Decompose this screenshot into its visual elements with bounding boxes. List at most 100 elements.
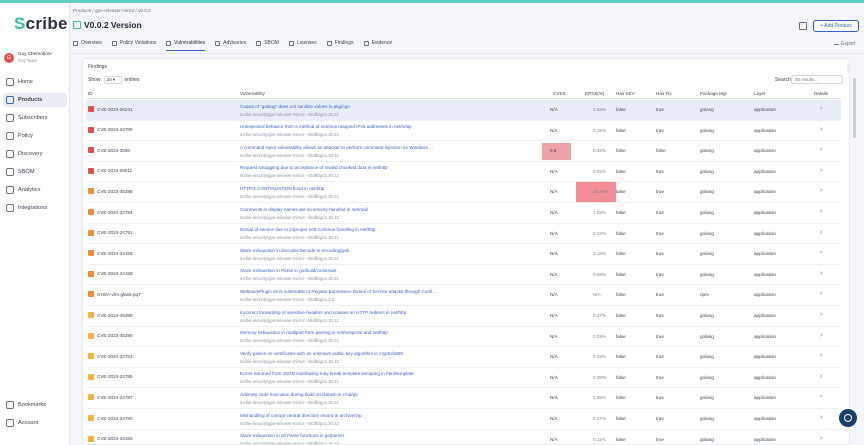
vulnerability-title[interactable]: Memory exhaustion in multipart form pars… (240, 330, 388, 335)
vulnerability-id[interactable]: CVE-2024-24783 (97, 354, 133, 359)
table-row[interactable]: CVE-2024-34156 Stack exhaustion in Decode… (86, 244, 841, 265)
vulnerability-id[interactable]: CVE-2024-34158 (97, 271, 133, 276)
table-row[interactable]: CVE-2024-3566 A command inject vulnerabil… (86, 141, 841, 162)
table-row[interactable]: CVE-2024-34158 Stack exhaustion in Parse … (86, 265, 841, 286)
chevron-right-icon[interactable]: › (820, 352, 822, 359)
chevron-right-icon[interactable]: › (820, 414, 822, 421)
chevron-right-icon[interactable]: › (820, 167, 822, 174)
table-row[interactable]: CVE-2023-29011 Request smuggling due to a… (86, 162, 841, 183)
tab-vulnerabilities[interactable]: Vulnerabilities (166, 37, 205, 51)
table-row[interactable]: CVE-2023-45288 HTTP/2 CONTINUATION flood … (86, 182, 841, 203)
chevron-right-icon[interactable]: › (820, 373, 822, 380)
export-button[interactable]: Export (834, 40, 855, 47)
tab-findings[interactable]: Findings (326, 37, 354, 49)
col-cvss[interactable]: CVSS (553, 91, 566, 96)
col-package-mgr[interactable]: Package Mgr (700, 91, 727, 96)
table-row[interactable]: GHSA-vfm-g5w5-pq7 WebpackPlugin v5 is vul… (86, 285, 841, 306)
col-details[interactable]: Details (814, 91, 828, 96)
vulnerability-title[interactable]: Request smuggling due to acceptance of i… (240, 165, 388, 170)
vulnerability-title[interactable]: Denial of service due to improper 100-co… (240, 227, 375, 232)
chevron-right-icon[interactable]: › (820, 249, 822, 256)
table-row[interactable]: CVE-2024-24784 Comments in display names … (86, 203, 841, 224)
chevron-right-icon[interactable]: › (820, 208, 822, 215)
vulnerability-id[interactable]: CVE-2024-3566 (97, 148, 130, 153)
vulnerability-id[interactable]: CVE-2024-24785 (97, 374, 133, 379)
vulnerability-title[interactable]: Arbitrary code execution during build on… (240, 392, 358, 397)
table-row[interactable]: CVE-2024-24789 Unexpected behavior from a… (86, 121, 841, 142)
chevron-right-icon[interactable]: › (820, 332, 822, 339)
vulnerability-id[interactable]: CVE-2023-45289 (97, 313, 133, 318)
table-row[interactable]: CVE-2024-24790 Mishandling of corrupt cen… (86, 409, 841, 430)
vulnerability-title[interactable]: WebpackPlugin v5 is vulnerable to Regula… (240, 289, 436, 294)
vulnerability-id[interactable]: CVE-2024-34156 (97, 251, 133, 256)
vulnerability-id[interactable]: CVE-2024-24790 (97, 416, 133, 421)
vulnerability-title[interactable]: Stack exhaustion in all Parse functions … (240, 433, 344, 438)
vulnerability-title[interactable]: Stack exhaustion in Parse in go/build/co… (240, 268, 337, 273)
tab-evidence[interactable]: Evidence (363, 37, 392, 49)
vulnerability-id[interactable]: CVE-2023-45290 (97, 333, 133, 338)
chevron-right-icon[interactable]: › (820, 187, 822, 194)
vulnerability-title[interactable]: A command inject vulnerability allows an… (240, 145, 433, 150)
vulnerability-title[interactable]: Stack exhaustion in Decoder.Decode in en… (240, 248, 349, 253)
vulnerability-id[interactable]: CVE-2023-29011 (97, 168, 132, 173)
vulnerability-title[interactable]: Comments in display names are incorrectl… (240, 207, 368, 212)
sidebar-item-policy[interactable]: Policy (3, 129, 67, 143)
sidebar-item-home[interactable]: Home (3, 75, 67, 89)
tab-sbom[interactable]: SBOM (256, 37, 279, 49)
sidebar-item-sbom[interactable]: SBOM (3, 165, 67, 179)
tab-advisories[interactable]: Advisories (215, 37, 246, 49)
entries-select[interactable]: 20 ▾ (103, 76, 122, 84)
tab-overview[interactable]: Overview (73, 37, 102, 49)
chevron-right-icon[interactable]: › (820, 311, 822, 318)
vulnerability-title[interactable]: Unexpected behavior from a method of net… (240, 124, 412, 129)
col-epss[interactable]: EPSS(%) (585, 91, 604, 96)
table-row[interactable]: CVE-2024-24787 Arbitrary code execution d… (86, 388, 841, 409)
tab-licenses[interactable]: Licenses (288, 37, 317, 49)
vulnerability-id[interactable]: CVE-2024-24789 (97, 127, 133, 132)
vulnerability-id[interactable]: CVE-2024-24791 (97, 230, 133, 235)
vulnerability-id[interactable]: CVE-2024-24787 (97, 395, 133, 400)
table-row[interactable]: CVE-2024-24783 Verify panics on certifica… (86, 347, 841, 368)
add-product-button[interactable]: + Add Product (813, 20, 859, 32)
user-profile[interactable]: G Guy Chernobrov Guy Team (4, 51, 66, 67)
table-row[interactable]: CVE-2023-45289 Incorrect forwarding of se… (86, 306, 841, 327)
col-vulnerability[interactable]: Vulnerability (240, 91, 265, 96)
chevron-right-icon[interactable]: › (820, 126, 822, 133)
col-has-kev[interactable]: Has KEV (616, 91, 635, 96)
breadcrumb[interactable]: Products / gpo-releaser-mirror / v0.0.2 (73, 8, 151, 13)
table-row[interactable]: CVE-2023-26241 Output of "golang" does no… (86, 100, 841, 121)
scrollbar[interactable] (853, 78, 856, 138)
sidebar-item-discovery[interactable]: Discovery (3, 147, 67, 161)
scribe-logo[interactable]: Scribe (14, 14, 68, 34)
chevron-right-icon[interactable]: › (820, 270, 822, 277)
sidebar-item-integrations[interactable]: Integrations (3, 201, 67, 215)
table-row[interactable]: CVE-2024-24785 Errors returned from JSON … (86, 368, 841, 389)
table-row[interactable]: CVE-2024-24791 Denial of service due to i… (86, 224, 841, 245)
sidebar-item-account[interactable]: Account (3, 416, 67, 430)
chevron-right-icon[interactable]: › (820, 290, 822, 297)
more-vertical-icon[interactable]: ⋮ (845, 65, 849, 72)
search-input[interactable] (791, 75, 843, 84)
chevron-right-icon[interactable]: › (820, 435, 822, 442)
col-layer[interactable]: Layer (754, 91, 766, 96)
vulnerability-title[interactable]: Output of "golang" does not sanitize val… (240, 104, 350, 109)
table-row[interactable]: CVE-2024-34155 Stack exhaustion in all Pa… (86, 430, 841, 444)
tab-policy-violations[interactable]: Policy Violations (111, 37, 156, 49)
vulnerability-title[interactable]: HTTP/2 CONTINUATION flood in net/http (240, 186, 324, 191)
vulnerability-title[interactable]: Errors returned from JSON marshaling may… (240, 371, 414, 376)
vulnerability-id[interactable]: GHSA-vfm-g5w5-pq7 (97, 292, 141, 297)
vulnerability-title[interactable]: Mishandling of corrupt central directory… (240, 413, 362, 418)
vulnerability-title[interactable]: Verify panics on certificates with an un… (240, 351, 403, 356)
vulnerability-id[interactable]: CVE-2024-34155 (97, 436, 133, 441)
vulnerability-id[interactable]: CVE-2024-24784 (97, 210, 133, 215)
print-icon[interactable] (799, 22, 807, 30)
vulnerability-title[interactable]: Incorrect forwarding of sensitive header… (240, 310, 406, 315)
sidebar-item-subscribers[interactable]: Subscribers (3, 111, 67, 125)
chevron-right-icon[interactable]: › (820, 229, 822, 236)
chat-support-button[interactable] (839, 409, 857, 427)
table-row[interactable]: CVE-2023-45290 Memory exhaustion in multi… (86, 327, 841, 348)
chevron-right-icon[interactable]: › (820, 105, 822, 112)
chevron-right-icon[interactable]: › (820, 146, 822, 153)
sidebar-item-bookmarks[interactable]: Bookmarks (3, 398, 67, 412)
vulnerability-id[interactable]: CVE-2023-45288 (97, 189, 133, 194)
